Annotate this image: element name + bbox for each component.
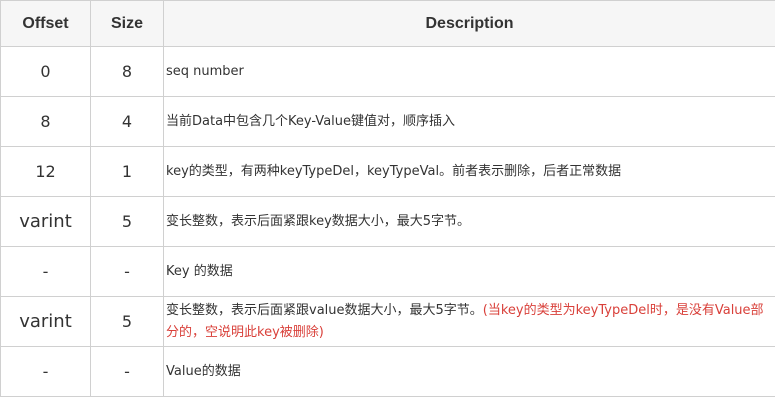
offset-cell: varint (0, 196, 91, 247)
table-row: - - Key 的数据 (0, 246, 775, 297)
description-text: 变长整数，表示后面紧跟value数据大小，最大5字节。 (166, 302, 483, 318)
size-cell: 1 (90, 146, 164, 197)
header-description: Description (163, 0, 775, 47)
offset-cell: - (0, 346, 91, 397)
header-offset: Offset (0, 0, 91, 47)
description-cell: key的类型，有两种keyTypeDel，keyTypeVal。前者表示删除，后… (163, 146, 775, 197)
description-cell: 变长整数，表示后面紧跟value数据大小，最大5字节。(当key的类型为keyT… (163, 296, 775, 347)
description-text: key的类型，有两种keyTypeDel，keyTypeVal。前者表示删除，后… (166, 163, 622, 179)
offset-cell: 0 (0, 46, 91, 97)
description-cell: seq number (163, 46, 775, 97)
table-row: varint 5 变长整数，表示后面紧跟value数据大小，最大5字节。(当ke… (0, 296, 775, 347)
size-cell: 4 (90, 96, 164, 147)
table-header: Offset Size Description (0, 0, 775, 47)
table-body: 0 8 seq number 8 4 当前Data中包含几个Key-Value键… (0, 46, 775, 397)
offset-cell: 8 (0, 96, 91, 147)
table-row: 8 4 当前Data中包含几个Key-Value键值对，顺序插入 (0, 96, 775, 147)
table-row: varint 5 变长整数，表示后面紧跟key数据大小，最大5字节。 (0, 196, 775, 247)
offset-cell: 12 (0, 146, 91, 197)
description-text: seq number (166, 63, 244, 79)
offset-cell: - (0, 246, 91, 297)
size-cell: - (90, 346, 164, 397)
table-row: 0 8 seq number (0, 46, 775, 97)
description-text: Value的数据 (166, 363, 241, 379)
description-cell: 变长整数，表示后面紧跟key数据大小，最大5字节。 (163, 196, 775, 247)
description-cell: Value的数据 (163, 346, 775, 397)
description-text: 变长整数，表示后面紧跟key数据大小，最大5字节。 (166, 213, 471, 229)
size-cell: 5 (90, 196, 164, 247)
header-size: Size (90, 0, 164, 47)
offset-cell: varint (0, 296, 91, 347)
table-row: 12 1 key的类型，有两种keyTypeDel，keyTypeVal。前者表… (0, 146, 775, 197)
size-cell: 5 (90, 296, 164, 347)
header-row: Offset Size Description (0, 0, 775, 47)
description-text: 当前Data中包含几个Key-Value键值对，顺序插入 (166, 113, 456, 129)
description-text: Key 的数据 (166, 263, 233, 279)
description-cell: Key 的数据 (163, 246, 775, 297)
description-cell: 当前Data中包含几个Key-Value键值对，顺序插入 (163, 96, 775, 147)
size-cell: - (90, 246, 164, 297)
size-cell: 8 (90, 46, 164, 97)
table-row: - - Value的数据 (0, 346, 775, 397)
data-format-table: Offset Size Description 0 8 seq number 8… (0, 0, 775, 397)
